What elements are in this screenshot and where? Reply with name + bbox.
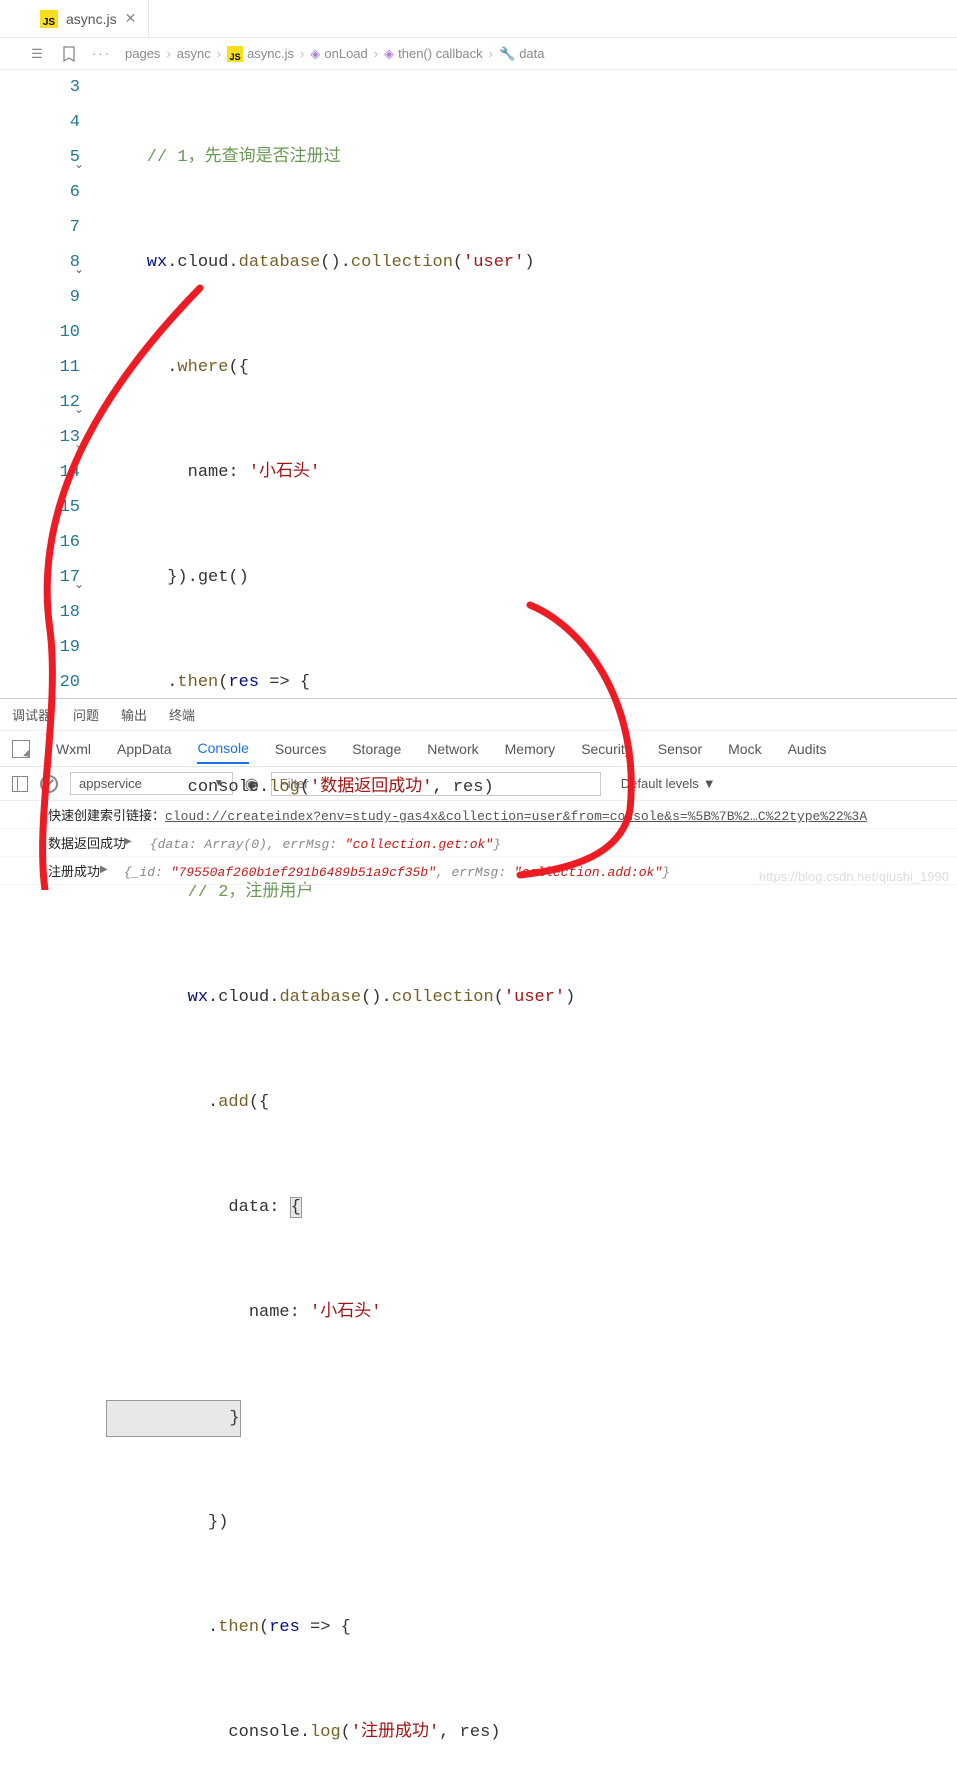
console-text: 数据返回成功 (48, 837, 126, 852)
js-file-icon: JS (40, 10, 58, 28)
line-number: 12⌄ (0, 385, 80, 420)
console-link[interactable]: cloud://createindex?env=study-gas4x&coll… (165, 809, 867, 824)
code-line: // 1，先查询是否注册过 (106, 148, 341, 167)
console-line[interactable]: 注册成功 ▶ {_id: "79550af260b1ef291b6489b51a… (0, 857, 957, 885)
code-editor[interactable]: 3 4 5⌄ 6 7 8⌄ 9 10 11 12⌄ 13⌄ 14 15 16 1… (0, 70, 957, 698)
chevron-right-icon: › (217, 46, 221, 61)
tab-wxml[interactable]: Wxml (56, 741, 91, 757)
tab-debugger[interactable]: 调试器 (12, 705, 51, 724)
crumb-label: then() callback (398, 46, 483, 61)
crumb-onload[interactable]: ◈ onLoad (310, 46, 367, 62)
chevron-right-icon: › (374, 46, 378, 61)
line-number: 5⌄ (0, 140, 80, 175)
tab-filename: async.js (66, 11, 117, 27)
line-number: 18 (0, 595, 80, 630)
element-picker-icon[interactable] (12, 740, 30, 758)
line-number: 13⌄ (0, 420, 80, 455)
line-number: 8⌄ (0, 245, 80, 280)
crumb-file[interactable]: JS async.js (227, 46, 294, 62)
crumb-label: onLoad (324, 46, 367, 61)
crumb-pages[interactable]: pages (125, 46, 160, 61)
breadcrumbs: pages › async › JS async.js › ◈ onLoad ›… (125, 46, 545, 62)
outline-icon[interactable]: ☰ (28, 45, 46, 63)
crumb-label: data (519, 46, 544, 61)
expand-icon[interactable]: ▶ (100, 864, 108, 876)
line-number: 3 (0, 70, 80, 105)
line-number: 14 (0, 455, 80, 490)
method-icon: ◈ (310, 46, 320, 62)
crumb-async[interactable]: async (177, 46, 211, 61)
console-text: 注册成功 (48, 865, 100, 880)
bookmark-icon[interactable] (60, 45, 78, 63)
property-icon: 🔧 (499, 46, 515, 62)
chevron-right-icon: › (166, 46, 170, 61)
expand-icon[interactable]: ▶ (124, 836, 132, 848)
line-gutter: 3 4 5⌄ 6 7 8⌄ 9 10 11 12⌄ 13⌄ 14 15 16 1… (0, 70, 100, 698)
editor-toolbar: ☰ ··· pages › async › JS async.js › ◈ on… (0, 38, 957, 70)
line-number: 6 (0, 175, 80, 210)
line-number: 11 (0, 350, 80, 385)
clear-console-icon[interactable] (40, 775, 58, 793)
console-line[interactable]: 数据返回成功 ▶ {data: Array(0), errMsg: "colle… (0, 829, 957, 857)
crumb-callback[interactable]: ◈ then() callback (384, 46, 483, 62)
line-number: 10 (0, 315, 80, 350)
method-icon: ◈ (384, 46, 394, 62)
tab-problems[interactable]: 问题 (73, 705, 99, 724)
sidebar-toggle-icon[interactable] (12, 776, 28, 792)
crumb-file-label: async.js (247, 46, 294, 61)
crumb-data[interactable]: 🔧 data (499, 46, 545, 62)
console-output: 快速创建索引链接：cloud://createindex?env=study-g… (0, 801, 957, 885)
console-line[interactable]: 快速创建索引链接：cloud://createindex?env=study-g… (0, 801, 957, 829)
close-icon[interactable]: ✕ (125, 10, 137, 27)
code-content[interactable]: // 1，先查询是否注册过 wx.cloud.database().collec… (100, 70, 957, 698)
console-text: 快速创建索引链接： (48, 809, 165, 824)
line-number: 20 (0, 665, 80, 700)
editor-tabbar: JS async.js ✕ (0, 0, 957, 38)
chevron-right-icon: › (489, 46, 493, 61)
more-icon[interactable]: ··· (92, 46, 111, 61)
editor-tab-async[interactable]: JS async.js ✕ (28, 0, 149, 37)
line-number: 7 (0, 210, 80, 245)
line-number: 17⌄ (0, 560, 80, 595)
line-number: 15 (0, 490, 80, 525)
chevron-right-icon: › (300, 46, 304, 61)
js-file-icon: JS (227, 46, 243, 62)
line-number: 16 (0, 525, 80, 560)
line-number: 4 (0, 105, 80, 140)
line-number: 9 (0, 280, 80, 315)
line-number: 19 (0, 630, 80, 665)
